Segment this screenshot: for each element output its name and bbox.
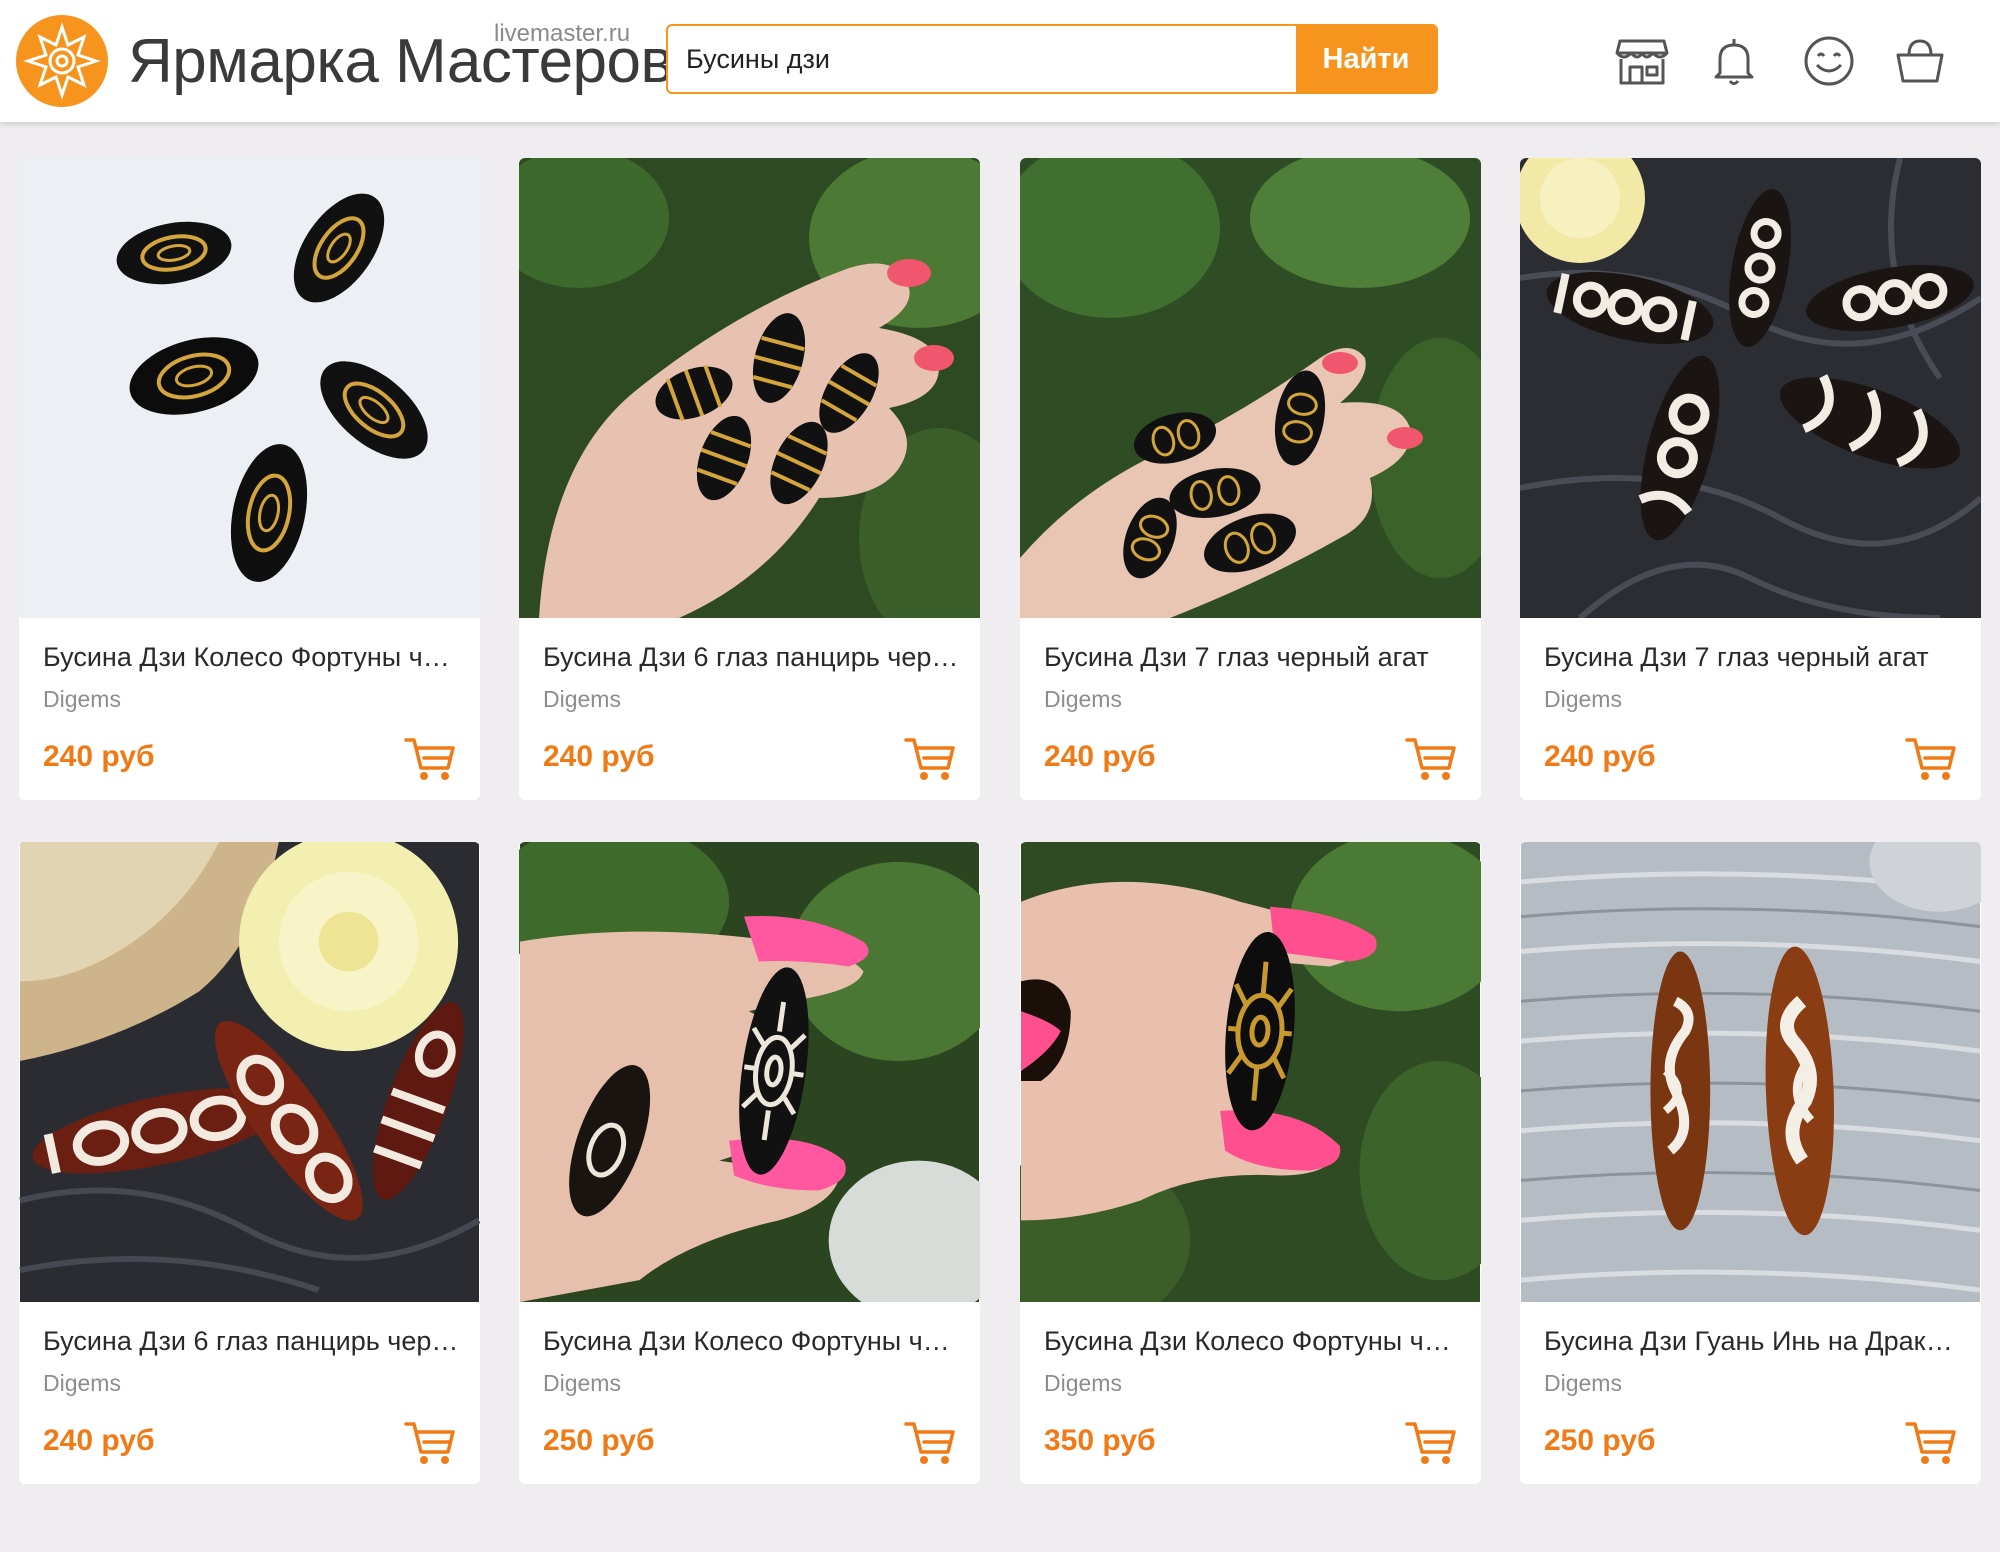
product-seller[interactable]: Digems [543, 686, 621, 713]
add-to-cart-icon[interactable] [1905, 1420, 1957, 1466]
product-title[interactable]: Бусина Дзи 7 глаз черный агат [1544, 642, 1962, 673]
product-card[interactable]: Бусина Дзи 6 глаз панцирь черепахи Digem… [519, 158, 980, 800]
logo-domain: livemaster.ru [494, 20, 631, 47]
add-to-cart-icon[interactable] [1405, 736, 1457, 782]
product-photo[interactable] [1520, 842, 1981, 1302]
product-title[interactable]: Бусина Дзи Колесо Фортуны черный агат [543, 1326, 961, 1357]
add-to-cart-icon[interactable] [904, 1420, 956, 1466]
product-seller[interactable]: Digems [43, 1370, 121, 1397]
product-seller[interactable]: Digems [1044, 1370, 1122, 1397]
add-to-cart-icon[interactable] [404, 1420, 456, 1466]
product-title[interactable]: Бусина Дзи 6 глаз панцирь черепахи [543, 642, 961, 673]
product-seller[interactable]: Digems [43, 686, 121, 713]
product-price: 240 руб [543, 740, 655, 773]
search-button[interactable]: Найти [1296, 26, 1436, 92]
product-card[interactable]: Бусина Дзи Колесо Фортуны черный агат Di… [19, 158, 480, 800]
product-seller[interactable]: Digems [543, 1370, 621, 1397]
product-photo[interactable] [519, 158, 980, 618]
product-card[interactable]: Бусина Дзи 7 глаз черный агат Digems 240… [1520, 158, 1981, 800]
product-title[interactable]: Бусина Дзи Гуань Инь на Драконе [1544, 1326, 1962, 1357]
basket-icon[interactable] [1892, 33, 1948, 89]
product-card[interactable]: Бусина Дзи Колесо Фортуны черный агат Di… [519, 842, 980, 1484]
product-photo[interactable] [519, 842, 980, 1302]
bell-icon[interactable] [1706, 33, 1762, 89]
product-grid: Бусина Дзи Колесо Фортуны черный агат Di… [0, 122, 2000, 1552]
product-price: 250 руб [1544, 1424, 1656, 1457]
product-price: 240 руб [43, 740, 155, 773]
shop-icon[interactable] [1614, 33, 1670, 89]
product-title[interactable]: Бусина Дзи 6 глаз панцирь черепахи [43, 1326, 461, 1357]
add-to-cart-icon[interactable] [404, 736, 456, 782]
sun-logo-icon[interactable] [16, 15, 108, 107]
product-photo[interactable] [1020, 158, 1481, 618]
product-price: 240 руб [43, 1424, 155, 1457]
add-to-cart-icon[interactable] [1905, 736, 1957, 782]
product-title[interactable]: Бусина Дзи 7 глаз черный агат [1044, 642, 1462, 673]
product-price: 240 руб [1544, 740, 1656, 773]
add-to-cart-icon[interactable] [904, 736, 956, 782]
header: Ярмарка Мастеров livemaster.ru Найти [0, 0, 2000, 122]
smile-icon[interactable] [1801, 33, 1857, 89]
product-card[interactable]: Бусина Дзи Колесо Фортуны черный агат Di… [1020, 842, 1481, 1484]
product-card[interactable]: Бусина Дзи 7 глаз черный агат Digems 240… [1020, 158, 1481, 800]
product-photo[interactable] [1020, 842, 1481, 1302]
product-title[interactable]: Бусина Дзи Колесо Фортуны черный агат [1044, 1326, 1462, 1357]
product-photo[interactable] [19, 158, 480, 618]
product-seller[interactable]: Digems [1544, 1370, 1622, 1397]
product-price: 240 руб [1044, 740, 1156, 773]
product-seller[interactable]: Digems [1544, 686, 1622, 713]
search-box: Найти [666, 24, 1438, 94]
search-input[interactable] [668, 26, 1296, 92]
product-photo[interactable] [19, 842, 480, 1302]
product-price: 350 руб [1044, 1424, 1156, 1457]
product-price: 250 руб [543, 1424, 655, 1457]
product-card[interactable]: Бусина Дзи 6 глаз панцирь черепахи Digem… [19, 842, 480, 1484]
product-seller[interactable]: Digems [1044, 686, 1122, 713]
product-title[interactable]: Бусина Дзи Колесо Фортуны черный агат [43, 642, 461, 673]
add-to-cart-icon[interactable] [1405, 1420, 1457, 1466]
product-card[interactable]: Бусина Дзи Гуань Инь на Драконе Digems 2… [1520, 842, 1981, 1484]
product-photo[interactable] [1520, 158, 1981, 618]
